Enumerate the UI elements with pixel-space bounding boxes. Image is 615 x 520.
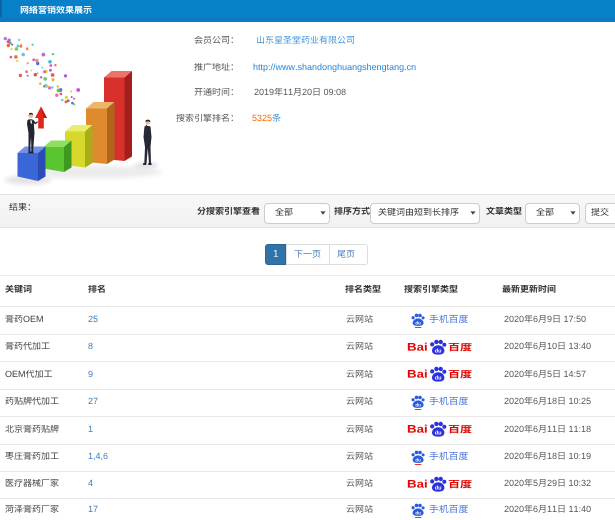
svg-text:du: du [415,457,421,462]
svg-text:du: du [435,376,442,382]
svg-text:du: du [415,510,421,515]
svg-text:du: du [435,485,442,491]
svg-text:du: du [435,348,442,354]
svg-text:du: du [415,403,421,408]
svg-text:du: du [435,431,442,437]
svg-text:du: du [415,320,421,325]
